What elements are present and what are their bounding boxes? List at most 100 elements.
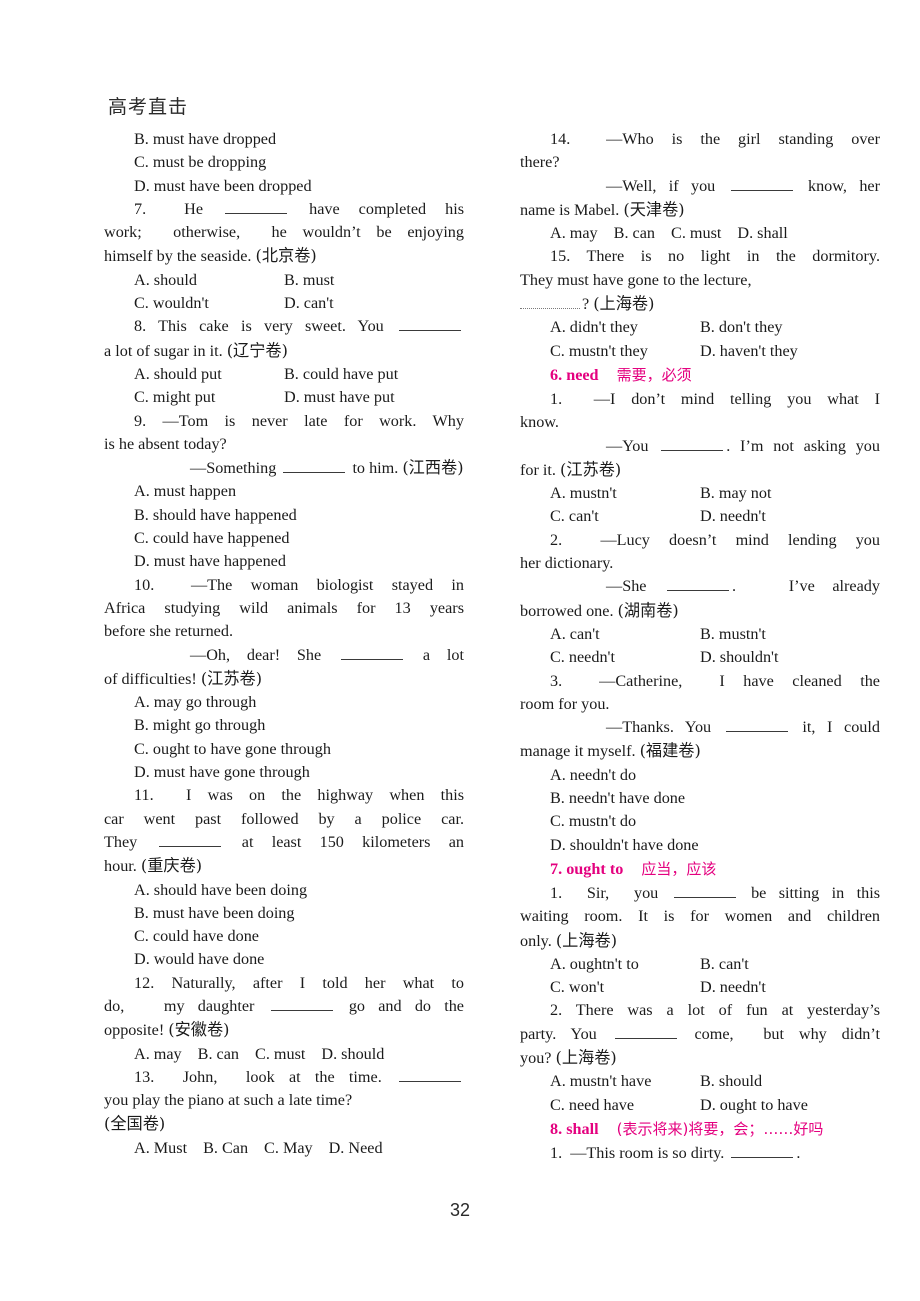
option-a: A. should put <box>134 364 222 383</box>
option-row: A. didn't they B. don't they <box>520 316 880 339</box>
option-b: B. don't they <box>700 318 783 337</box>
option-d: D. must have put <box>284 388 395 407</box>
answer-blank[interactable] <box>661 449 724 451</box>
option-row: C. needn't D. shouldn't <box>520 646 880 669</box>
question-stem-line: 2. There was a lot of fun at yesterday’s <box>550 1001 880 1020</box>
question-stem-line: 9. —Tom is never late for work. Why <box>134 411 464 430</box>
option-c: C. must <box>255 1044 306 1063</box>
option-row: A. should B. must <box>104 269 464 292</box>
option-c: C. can't <box>550 507 599 526</box>
option-a: A. mustn't <box>550 484 617 503</box>
section-heading-cn: 应当，应该 <box>641 859 717 878</box>
question-stem-line: her dictionary. <box>520 554 614 573</box>
option-c: C. wouldn't <box>134 294 209 313</box>
option-line: A. must happen <box>134 482 237 501</box>
answer-blank[interactable] <box>270 1009 333 1011</box>
option-b: B. can <box>613 224 656 243</box>
need-question-3: 3. —Catherine, I have cleaned the room f… <box>520 670 880 857</box>
option-line: B. must have dropped <box>134 130 277 148</box>
option-line: A. should have been doing <box>134 880 308 899</box>
question-stem-line: 1. —This room is so dirty. . <box>550 1143 801 1162</box>
option-line: C. could have happened <box>134 529 290 548</box>
answer-blank[interactable] <box>399 1080 461 1082</box>
question-stem-line: do, my daughter go and do the <box>104 996 464 1015</box>
question-stem-line: Africa studying wild animals for 13 year… <box>104 598 464 617</box>
option-d: D. haven't they <box>700 341 798 360</box>
option-d: D. should <box>321 1044 385 1063</box>
option-line: B. needn't have done <box>550 789 686 808</box>
answer-blank[interactable] <box>667 590 730 592</box>
option-row: C. mustn't they D. haven't they <box>520 340 880 363</box>
question-10: 10. —The woman biologist stayed in Afric… <box>104 574 464 785</box>
question-stem-line: 11. I was on the highway when this <box>134 786 464 805</box>
question-stem-line: 13. John, look at the time. <box>104 1066 464 1089</box>
two-column-body: B. must have dropped C. must be dropping… <box>0 128 920 1165</box>
section-heading-ought-to: 7. ought to 应当，应该 <box>520 857 880 882</box>
option-b: B. could have put <box>284 364 399 383</box>
right-column: 14. —Who is the girl standing over there… <box>520 128 880 1165</box>
answer-blank[interactable] <box>283 472 346 474</box>
shall-question-1: 1. —This room is so dirty. . <box>520 1142 880 1165</box>
option-row: A. may B. can C. must D. shall <box>520 222 880 245</box>
option-line: D. shouldn't have done <box>550 835 699 854</box>
option-a: A. oughtn't to <box>550 954 639 973</box>
question-stem-line: ? (上海卷) <box>520 292 880 316</box>
option-row: C. might put D. must have put <box>104 386 464 409</box>
option-a: A. can't <box>550 624 600 643</box>
section-heading-en: 8. shall <box>550 1119 599 1138</box>
answer-blank[interactable] <box>673 896 736 898</box>
section-heading-cn: 需要，必须 <box>616 365 692 384</box>
option-d: D. needn't <box>700 507 766 526</box>
question-stem-line: for it. (江苏卷) <box>520 459 622 479</box>
question-stem-line: 14. —Who is the girl standing over <box>550 130 880 148</box>
option-line: D. must have happened <box>134 552 286 571</box>
option-line: A. needn't do <box>550 765 637 784</box>
option-row: A. oughtn't to B. can't <box>520 953 880 976</box>
option-a: A. may <box>134 1044 182 1063</box>
section-heading-en: 7. ought to <box>550 859 624 878</box>
option-row: A. should put B. could have put <box>104 363 464 386</box>
option-row: A. Must B. Can C. May D. Need <box>104 1137 464 1160</box>
answer-blank[interactable] <box>341 658 404 660</box>
option-a: A. didn't they <box>550 318 638 337</box>
question-stem-line: room for you. <box>520 694 610 713</box>
option-line: B. must have been doing <box>134 903 295 922</box>
section-title: 高考直击 <box>108 96 189 118</box>
question-stem-line: of difficulties! (江苏卷) <box>104 668 263 688</box>
question-stem-line: (全国卷) <box>104 1114 166 1134</box>
option-row: A. mustn't have B. should <box>520 1070 880 1093</box>
option-c: C. May <box>264 1138 313 1157</box>
option-row: C. need have D. ought to have <box>520 1094 880 1117</box>
answer-blank[interactable] <box>730 189 793 191</box>
question-7: 7. He ______ have completed his 7. He ha… <box>104 198 464 315</box>
option-row: C. can't D. needn't <box>520 505 880 528</box>
section-heading-cn: (表示将来)将要，会；……好吗 <box>616 1119 824 1138</box>
answer-blank[interactable] <box>158 845 221 847</box>
question-13: 13. John, look at the time. you play the… <box>104 1066 464 1160</box>
option-d: D. shall <box>737 224 788 243</box>
option-a: A. may <box>550 224 598 243</box>
option-row: C. won't D. needn't <box>520 976 880 999</box>
option-d: D. ought to have <box>700 1095 808 1114</box>
document-page: 高考直击 B. must have dropped C. must be dro… <box>0 0 920 1301</box>
ought-to-question-2: 2. There was a lot of fun at yesterday’s… <box>520 999 880 1116</box>
question-stem-line: 15. There is no light in the dormitory. <box>550 247 880 266</box>
answer-blank[interactable] <box>520 308 580 310</box>
option-line: D. must have gone through <box>134 763 310 782</box>
option-line: D. would have done <box>134 950 265 969</box>
question-stem-line: 10. —The woman biologist stayed in <box>134 575 464 594</box>
question-stem-line: hour. (重庆卷) <box>104 856 203 876</box>
answer-blank[interactable] <box>225 212 288 214</box>
question-stem-line: —You . I’m not asking you <box>606 436 880 455</box>
answer-blank[interactable] <box>731 1156 794 1158</box>
option-line: C. must be dropping <box>134 153 267 172</box>
question-stem-line: know. <box>520 413 559 432</box>
answer-blank[interactable] <box>399 330 461 332</box>
option-c: C. won't <box>550 978 605 997</box>
question-stem-line: you play the piano at such a late time? <box>104 1091 353 1110</box>
answer-blank[interactable] <box>725 731 788 733</box>
answer-blank[interactable] <box>614 1037 677 1039</box>
question-12: 12. Naturally, after I told her what to … <box>104 972 464 1066</box>
option-b: B. Can <box>203 1138 249 1157</box>
question-stem-line: 2. —Lucy doesn’t mind lending you <box>550 530 880 549</box>
